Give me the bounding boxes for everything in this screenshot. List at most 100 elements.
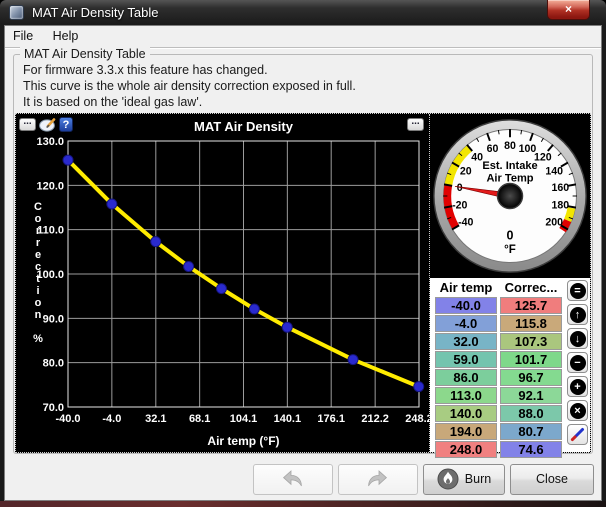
- svg-text:212.2: 212.2: [361, 413, 389, 425]
- air-temp-cell[interactable]: 113.0: [435, 387, 497, 404]
- svg-text:68.1: 68.1: [189, 413, 210, 425]
- minus-icon: −: [569, 354, 586, 371]
- close-window-button[interactable]: ×: [547, 0, 590, 20]
- table-row: 59.0 101.7: [435, 351, 562, 368]
- equal-button[interactable]: =: [567, 280, 588, 301]
- correction-cell[interactable]: 96.7: [500, 369, 562, 386]
- svg-text:80: 80: [504, 140, 516, 152]
- svg-text:°F: °F: [504, 244, 516, 256]
- menu-help[interactable]: Help: [45, 26, 87, 43]
- svg-text:140.1: 140.1: [274, 413, 302, 425]
- svg-text:r: r: [36, 237, 41, 249]
- info-text: For firmware 3.3.x this feature has chan…: [23, 62, 356, 110]
- chart-point[interactable]: [215, 283, 227, 295]
- burn-flame-icon: [437, 468, 459, 490]
- svg-text:-40.0: -40.0: [55, 413, 80, 425]
- svg-text:Air Temp: Air Temp: [486, 173, 533, 185]
- groupbox-title: MAT Air Density Table: [20, 47, 150, 61]
- chart-edit-icon[interactable]: [39, 117, 57, 132]
- svg-text:104.1: 104.1: [230, 413, 258, 425]
- air-temp-cell[interactable]: -4.0: [435, 315, 497, 332]
- plus-button[interactable]: +: [567, 376, 588, 397]
- air-temp-cell[interactable]: 248.0: [435, 441, 497, 458]
- correction-cell[interactable]: 125.7: [500, 297, 562, 314]
- edit-pencil-button[interactable]: [567, 424, 588, 445]
- gauge-canvas: -40-200204060 80 100120140160180200Est. In…: [433, 119, 587, 273]
- curve-table-panel: Air temp Correc... -40.0 125.7 -4.0 115.8 32.0…: [430, 278, 590, 458]
- table-row: 86.0 96.7: [435, 369, 562, 386]
- svg-text:160: 160: [551, 182, 569, 194]
- arrow-down-button[interactable]: ↓: [567, 328, 588, 349]
- svg-text:n: n: [35, 309, 42, 321]
- curve-data-table: Air temp Correc... -40.0 125.7 -4.0 115.8 32.0…: [432, 279, 565, 459]
- minus-button[interactable]: −: [567, 352, 588, 373]
- chart-point[interactable]: [62, 154, 74, 166]
- air-temp-cell[interactable]: 194.0: [435, 423, 497, 440]
- air-temp-cell[interactable]: 140.0: [435, 405, 497, 422]
- correction-cell[interactable]: 80.7: [500, 423, 562, 440]
- correction-cell[interactable]: 88.0: [500, 405, 562, 422]
- svg-text:180: 180: [551, 200, 569, 212]
- chart-canvas[interactable]: MAT Air Density -40.0 -4.0 32.1 68.1 104.1 140…: [16, 114, 433, 452]
- svg-text:200: 200: [545, 216, 563, 228]
- footer-toolbar: Burn Close: [5, 459, 601, 499]
- pencil-icon: [570, 427, 584, 441]
- svg-text:32.1: 32.1: [145, 413, 166, 425]
- est-intake-air-temp-gauge: -40 -20 0 20 40 60 80 100 120 140 160 180 200 Est. In…: [430, 114, 590, 278]
- table-row: 32.0 107.3: [435, 333, 562, 350]
- chart-point[interactable]: [347, 354, 359, 366]
- close-icon: ×: [564, 2, 572, 16]
- window-frame-bottom: [0, 501, 606, 507]
- svg-text:e: e: [35, 249, 41, 261]
- svg-text:20: 20: [460, 165, 472, 177]
- chart-point[interactable]: [106, 198, 118, 210]
- curve-editor-panel: MAT Air Density -40.0 -4.0 32.1 68.1 104.1 140…: [15, 113, 591, 458]
- svg-text:%: %: [33, 333, 43, 345]
- dialog-window: MAT Air Density Table × File Help MAT Ai…: [0, 0, 606, 507]
- burn-button[interactable]: Burn: [423, 463, 505, 495]
- chart-point[interactable]: [413, 381, 425, 393]
- redo-button[interactable]: [338, 463, 418, 495]
- svg-text:140: 140: [545, 165, 563, 177]
- table-row: 248.0 74.6: [435, 441, 562, 458]
- correction-cell[interactable]: 101.7: [500, 351, 562, 368]
- chart-options-button[interactable]: ...: [19, 117, 36, 131]
- plus-icon: +: [569, 378, 586, 395]
- info-line-2: This curve is the whole air density corr…: [23, 79, 356, 93]
- air-temp-cell[interactable]: 59.0: [435, 351, 497, 368]
- svg-text:MAT Air Density: MAT Air Density: [194, 119, 294, 134]
- window-title: MAT Air Density Table: [32, 5, 159, 20]
- chart-point[interactable]: [183, 260, 195, 272]
- titlebar: MAT Air Density Table ×: [0, 0, 606, 25]
- chart-point[interactable]: [150, 236, 162, 248]
- close-button[interactable]: Close: [510, 463, 594, 495]
- chart-options-button-right[interactable]: ...: [407, 117, 424, 131]
- groupbox-mat-air-density: MAT Air Density Table For firmware 3.3.x…: [13, 47, 593, 458]
- menu-file[interactable]: File: [5, 26, 41, 43]
- table-row: -4.0 115.8: [435, 315, 562, 332]
- equal-icon: =: [569, 282, 586, 299]
- correction-cell[interactable]: 74.6: [500, 441, 562, 458]
- chart-help-icon[interactable]: ?: [59, 117, 73, 132]
- air-temp-cell[interactable]: 86.0: [435, 369, 497, 386]
- arrow-up-button[interactable]: ↑: [567, 304, 588, 325]
- undo-button[interactable]: [253, 463, 333, 495]
- arrow-down-icon: ↓: [569, 330, 586, 347]
- correction-cell[interactable]: 92.1: [500, 387, 562, 404]
- correction-cell[interactable]: 115.8: [500, 315, 562, 332]
- air-temp-cell[interactable]: -40.0: [435, 297, 497, 314]
- svg-text:60: 60: [487, 143, 499, 155]
- multiply-button[interactable]: ×: [567, 400, 588, 421]
- burn-button-label: Burn: [464, 472, 492, 486]
- table-row: 113.0 92.1: [435, 387, 562, 404]
- chart-point[interactable]: [248, 303, 260, 315]
- chart-point[interactable]: [281, 321, 293, 333]
- air-temp-cell[interactable]: 32.0: [435, 333, 497, 350]
- svg-text:c: c: [35, 261, 41, 273]
- svg-text:130.0: 130.0: [36, 136, 64, 148]
- undo-icon: [283, 470, 302, 487]
- right-column: -40 -20 0 20 40 60 80 100 120 140 160 180 200 Est. In…: [429, 114, 590, 458]
- table-row: 194.0 80.7: [435, 423, 562, 440]
- svg-text:-4.0: -4.0: [102, 413, 121, 425]
- correction-cell[interactable]: 107.3: [500, 333, 562, 350]
